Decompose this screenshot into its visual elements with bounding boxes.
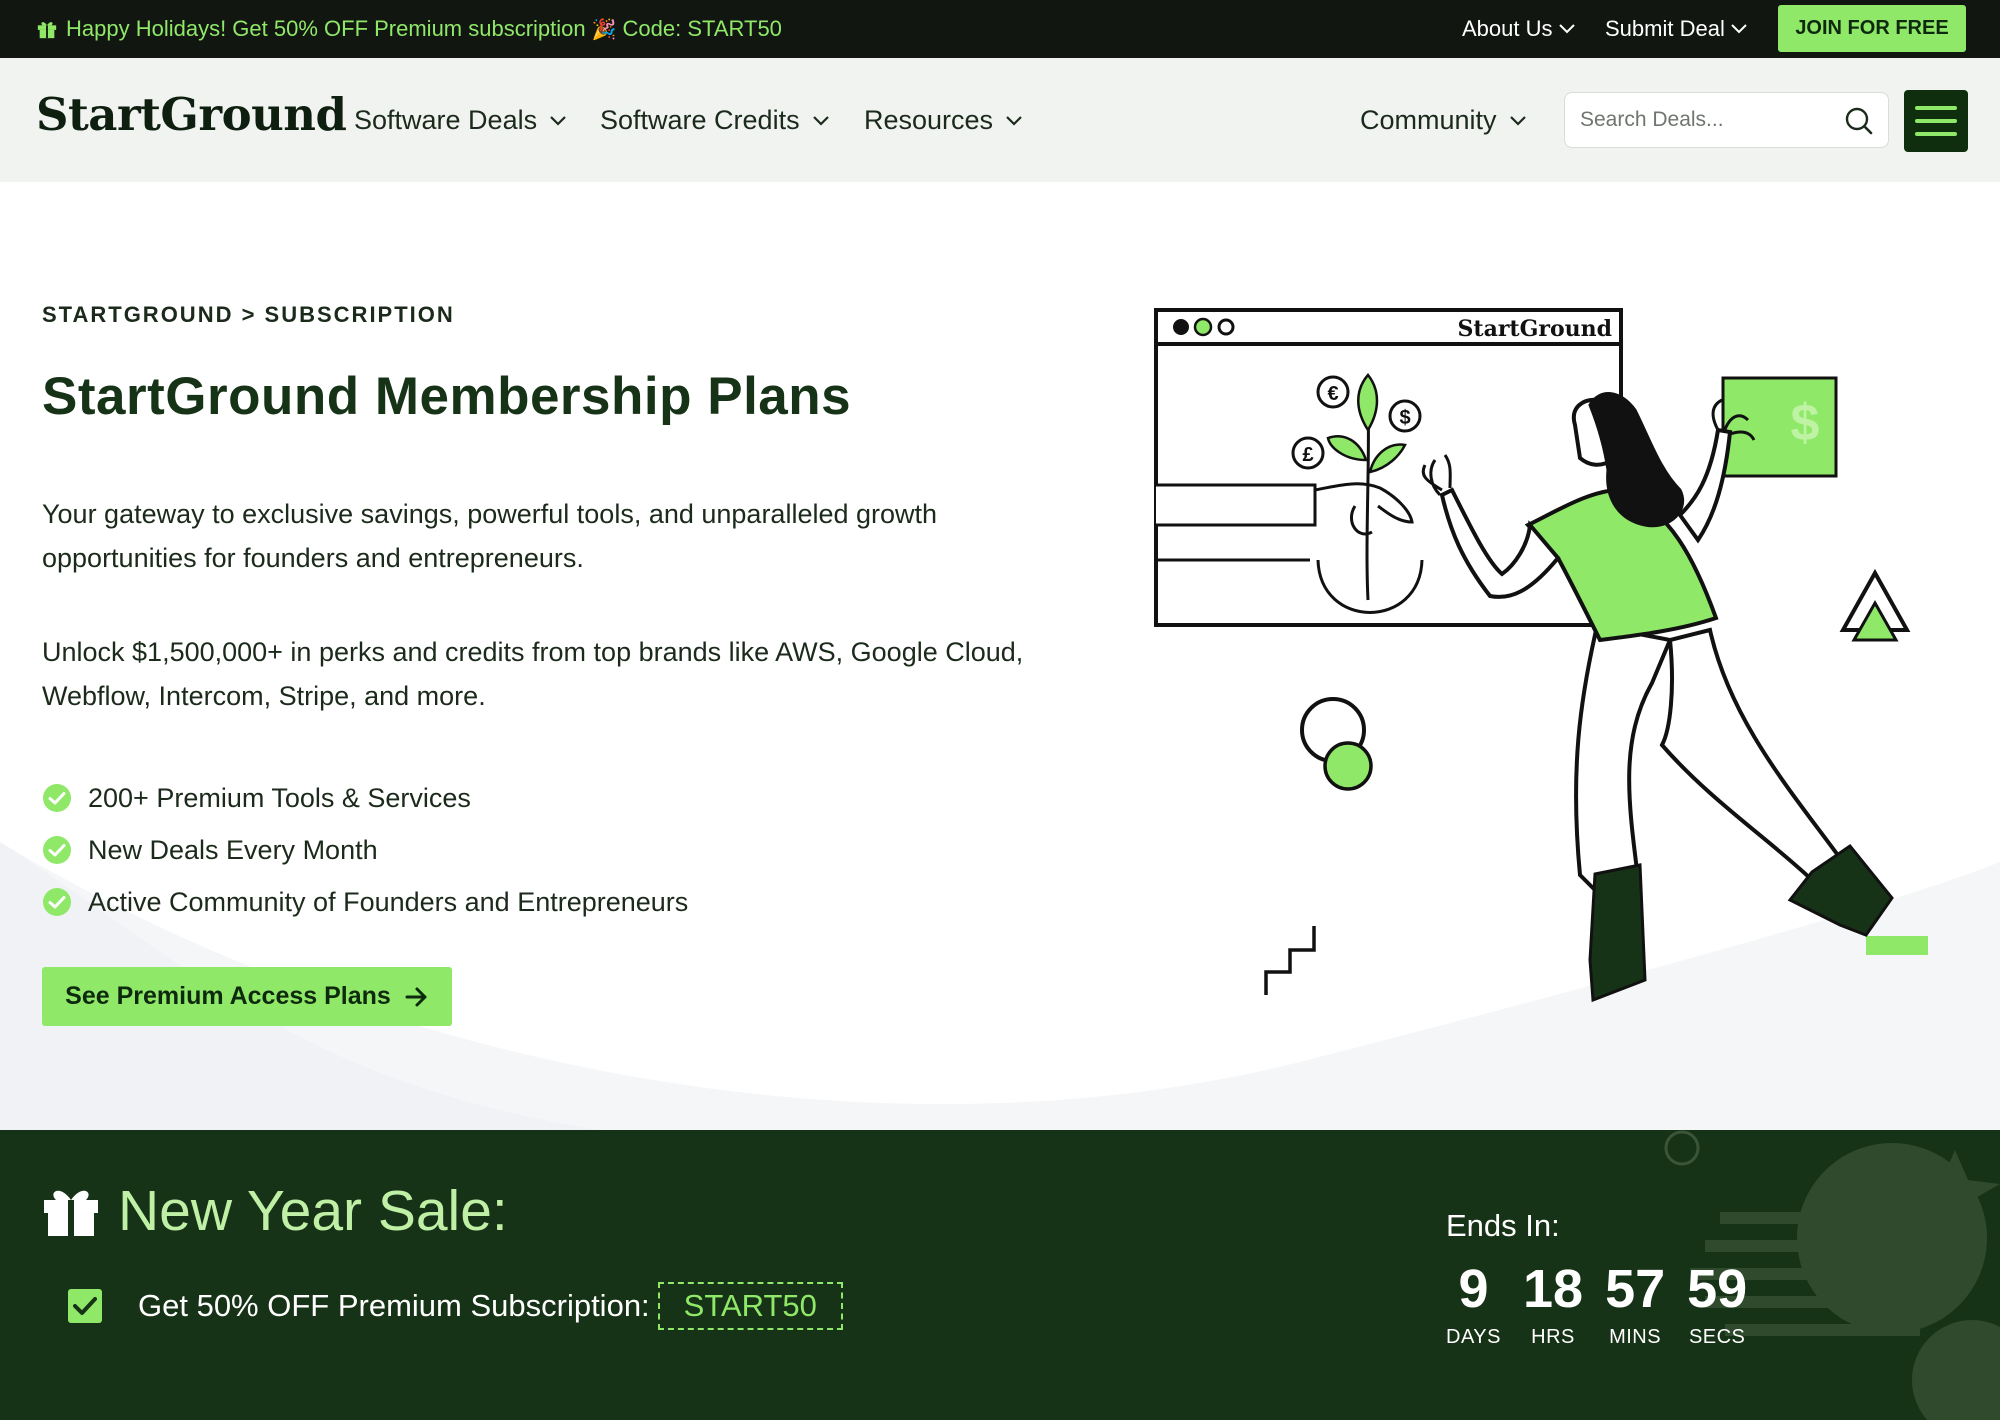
chevron-down-icon (1509, 115, 1527, 126)
promo-bar: Happy Holidays! Get 50% OFF Premium subs… (0, 0, 2000, 58)
feature-list: 200+ Premium Tools & Services New Deals … (42, 772, 688, 928)
sale-title: New Year Sale: (42, 1178, 508, 1244)
nav-community-label: Community (1360, 104, 1497, 135)
gift-icon (36, 18, 58, 40)
nav-software-deals[interactable]: Software Deals (354, 58, 567, 182)
site-logo[interactable]: StartGround (36, 88, 347, 141)
feature-text: 200+ Premium Tools & Services (88, 782, 471, 813)
search-box (1564, 92, 1889, 148)
illustration-logo: StartGround (1458, 316, 1612, 342)
countdown-value: 18 (1522, 1259, 1584, 1319)
nav-software-deals-label: Software Deals (354, 104, 538, 135)
checkbox-checked-icon (68, 1289, 102, 1323)
sale-offer-text: Get 50% OFF Premium Subscription: (138, 1288, 650, 1323)
check-circle-icon (43, 784, 71, 812)
new-year-sale-section: New Year Sale: Get 50% OFF Premium Subsc… (0, 1130, 2000, 1420)
svg-text:$: $ (1791, 394, 1820, 452)
hero-description: Your gateway to exclusive savings, power… (42, 499, 938, 573)
nav-software-credits[interactable]: Software Credits (600, 58, 830, 182)
check-circle-icon (43, 888, 71, 916)
chevron-down-icon (1005, 115, 1023, 126)
countdown-value: 57 (1605, 1259, 1666, 1319)
promo-code-badge[interactable]: START50 (657, 1282, 843, 1330)
submit-deal-link[interactable]: Submit Deal (1605, 0, 1747, 58)
hero-perks-description: Unlock $1,500,000+ in perks and credits … (42, 637, 1024, 711)
about-us-label: About Us (1462, 16, 1553, 41)
hamburger-menu-icon[interactable] (1904, 90, 1968, 152)
countdown-timer: 9 DAYS 18 HRS 57 MINS 59 SECS (1446, 1260, 1747, 1349)
countdown-seconds: 59 SECS (1687, 1260, 1747, 1349)
search-icon[interactable] (1844, 106, 1874, 136)
chevron-down-icon (1558, 24, 1575, 34)
list-item: 200+ Premium Tools & Services (42, 772, 688, 824)
about-us-link[interactable]: About Us (1462, 0, 1575, 58)
countdown-label: HRS (1531, 1326, 1575, 1348)
check-circle-icon (43, 836, 71, 864)
sale-offer: Get 50% OFF Premium Subscription: START5… (68, 1282, 843, 1330)
main-navigation: StartGround Software Deals Software Cred… (0, 58, 2000, 182)
arrow-right-icon (405, 987, 427, 1006)
ends-in-label: Ends In: (1446, 1208, 1560, 1243)
nav-resources[interactable]: Resources (864, 58, 1023, 182)
page-title: StartGround Membership Plans (42, 367, 852, 426)
countdown-value: 9 (1458, 1259, 1489, 1319)
hero-illustration: StartGround € $ £ $ (1154, 308, 1928, 1003)
promo-text-main: Happy Holidays! Get 50% OFF Premium subs… (66, 16, 586, 41)
chevron-down-icon (812, 115, 830, 126)
countdown-value: 59 (1687, 1259, 1748, 1319)
search-input[interactable] (1580, 93, 1830, 147)
countdown-minutes: 57 MINS (1605, 1260, 1665, 1349)
cta-label: See Premium Access Plans (65, 982, 391, 1010)
svg-text:£: £ (1302, 444, 1313, 466)
list-item: Active Community of Founders and Entrepr… (42, 876, 688, 928)
chevron-down-icon (1731, 24, 1747, 34)
promo-code-text: Code: START50 (622, 16, 782, 41)
svg-text:€: € (1327, 383, 1338, 405)
nav-resources-label: Resources (864, 104, 994, 135)
countdown-days: 9 DAYS (1446, 1260, 1501, 1349)
feature-text: New Deals Every Month (88, 834, 378, 865)
nav-community[interactable]: Community (1360, 58, 1527, 182)
chevron-down-icon (549, 115, 567, 126)
see-premium-plans-button[interactable]: See Premium Access Plans (42, 967, 452, 1026)
countdown-label: MINS (1609, 1326, 1662, 1348)
sale-title-text: New Year Sale: (118, 1179, 508, 1243)
nav-software-credits-label: Software Credits (600, 104, 800, 135)
breadcrumb: STARTGROUND > SUBSCRIPTION (42, 302, 455, 327)
svg-text:$: $ (1399, 407, 1410, 429)
countdown-label: DAYS (1446, 1326, 1501, 1348)
countdown-label: SECS (1688, 1326, 1746, 1348)
party-popper-icon: 🎉 (591, 18, 617, 41)
countdown-hours: 18 HRS (1523, 1260, 1583, 1349)
gift-icon (42, 1184, 100, 1238)
feature-text: Active Community of Founders and Entrepr… (88, 886, 689, 917)
submit-deal-label: Submit Deal (1605, 16, 1725, 41)
list-item: New Deals Every Month (42, 824, 688, 876)
promo-message: Happy Holidays! Get 50% OFF Premium subs… (36, 0, 782, 58)
join-for-free-button[interactable]: JOIN FOR FREE (1778, 5, 1966, 52)
